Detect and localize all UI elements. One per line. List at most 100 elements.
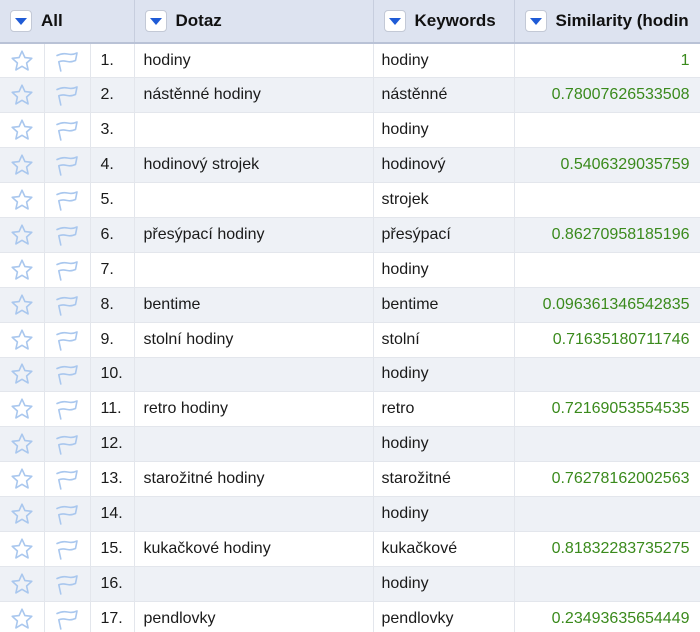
star-icon[interactable] [10,49,34,73]
flag-icon[interactable] [54,49,80,73]
similarity-cell[interactable]: 0.23493635654449 [514,601,700,632]
flag-icon[interactable] [54,572,80,596]
flag-icon[interactable] [54,118,80,142]
dotaz-cell[interactable]: hodiny [134,43,374,79]
keyword-cell[interactable]: hodiny [373,252,515,288]
row-number: 14. [90,496,135,532]
similarity-dropdown-button[interactable] [524,10,547,32]
similarity-cell[interactable]: 0.5406329035759 [514,147,700,184]
flag-icon[interactable] [54,258,80,282]
keyword-cell[interactable]: hodinový [373,147,515,184]
star-icon[interactable] [10,83,34,107]
flag-icon[interactable] [54,432,80,456]
flag-icon[interactable] [54,153,80,177]
row-number: 17. [90,601,135,632]
star-icon[interactable] [10,153,34,177]
keyword-cell[interactable]: hodiny [373,112,515,149]
dotaz-cell[interactable] [134,496,374,532]
keyword-cell[interactable]: kukačkové [373,531,515,567]
star-icon[interactable] [10,293,34,317]
star-icon[interactable] [10,328,34,352]
keyword-cell[interactable]: přesýpací [373,217,515,253]
star-cell [0,426,45,463]
dotaz-dropdown-button[interactable] [144,10,167,32]
similarity-cell[interactable] [514,357,700,393]
similarity-cell[interactable] [514,182,700,218]
flag-icon[interactable] [54,397,80,421]
similarity-cell[interactable]: 0.71635180711746 [514,322,700,358]
flag-icon[interactable] [54,467,80,491]
dotaz-cell[interactable] [134,426,374,463]
flag-icon[interactable] [54,607,80,631]
dotaz-cell[interactable] [134,182,374,218]
keywords-dropdown-button[interactable] [383,10,406,32]
star-cell [0,391,45,428]
dotaz-cell[interactable] [134,252,374,288]
dotaz-cell[interactable]: stolní hodiny [134,322,374,358]
similarity-cell[interactable]: 0.86270958185196 [514,217,700,253]
similarity-cell[interactable]: 1 [514,43,700,79]
flag-icon[interactable] [54,362,80,386]
dotaz-cell[interactable] [134,357,374,393]
star-icon[interactable] [10,467,34,491]
dotaz-cell[interactable]: přesýpací hodiny [134,217,374,253]
keyword-cell[interactable]: hodiny [373,566,515,602]
dotaz-cell[interactable] [134,566,374,602]
star-icon[interactable] [10,397,34,421]
dotaz-cell[interactable]: pendlovky [134,601,374,632]
dotaz-cell[interactable]: bentime [134,287,374,323]
all-dropdown-button[interactable] [10,10,32,32]
flag-icon[interactable] [54,328,80,352]
all-header-label: All [41,11,63,30]
keyword-cell[interactable]: pendlovky [373,601,515,632]
keyword-cell[interactable]: hodiny [373,357,515,393]
keyword-cell[interactable]: nástěnné [373,77,515,114]
dotaz-header-label: Dotaz [175,11,222,30]
flag-icon[interactable] [54,188,80,212]
keyword-cell[interactable]: stolní [373,322,515,358]
star-icon[interactable] [10,572,34,596]
star-cell [0,531,45,567]
similarity-cell[interactable]: 0.81832283735275 [514,531,700,567]
similarity-cell[interactable]: 0.096361346542835 [514,287,700,323]
table-row: 12. hodiny [0,426,700,463]
dotaz-cell[interactable] [134,112,374,149]
dotaz-cell[interactable]: nástěnné hodiny [134,77,374,114]
keyword-cell[interactable]: starožitné [373,461,515,498]
similarity-cell[interactable] [514,496,700,532]
star-icon[interactable] [10,362,34,386]
dotaz-cell[interactable]: starožitné hodiny [134,461,374,498]
dotaz-cell[interactable]: kukačkové hodiny [134,531,374,567]
similarity-cell[interactable]: 0.72169053554535 [514,391,700,428]
star-icon[interactable] [10,118,34,142]
table-row: 6. přesýpací hodiny přesýpací 0.86270958… [0,217,700,253]
keyword-cell[interactable]: hodiny [373,426,515,463]
similarity-cell[interactable]: 0.76278162002563 [514,461,700,498]
keyword-cell[interactable]: hodiny [373,496,515,532]
similarity-cell[interactable] [514,566,700,602]
star-icon[interactable] [10,607,34,631]
keyword-cell[interactable]: bentime [373,287,515,323]
similarity-cell[interactable]: 0.78007626533508 [514,77,700,114]
star-icon[interactable] [10,537,34,561]
flag-icon[interactable] [54,83,80,107]
flag-cell [44,496,91,532]
star-icon[interactable] [10,432,34,456]
keyword-cell[interactable]: strojek [373,182,515,218]
dotaz-cell[interactable]: retro hodiny [134,391,374,428]
flag-cell [44,322,91,358]
star-icon[interactable] [10,258,34,282]
flag-icon[interactable] [54,223,80,247]
star-icon[interactable] [10,502,34,526]
similarity-cell[interactable] [514,426,700,463]
flag-icon[interactable] [54,502,80,526]
flag-icon[interactable] [54,537,80,561]
dotaz-cell[interactable]: hodinový strojek [134,147,374,184]
similarity-cell[interactable] [514,252,700,288]
similarity-cell[interactable] [514,112,700,149]
star-icon[interactable] [10,223,34,247]
flag-icon[interactable] [54,293,80,317]
star-icon[interactable] [10,188,34,212]
keyword-cell[interactable]: hodiny [373,43,515,79]
keyword-cell[interactable]: retro [373,391,515,428]
